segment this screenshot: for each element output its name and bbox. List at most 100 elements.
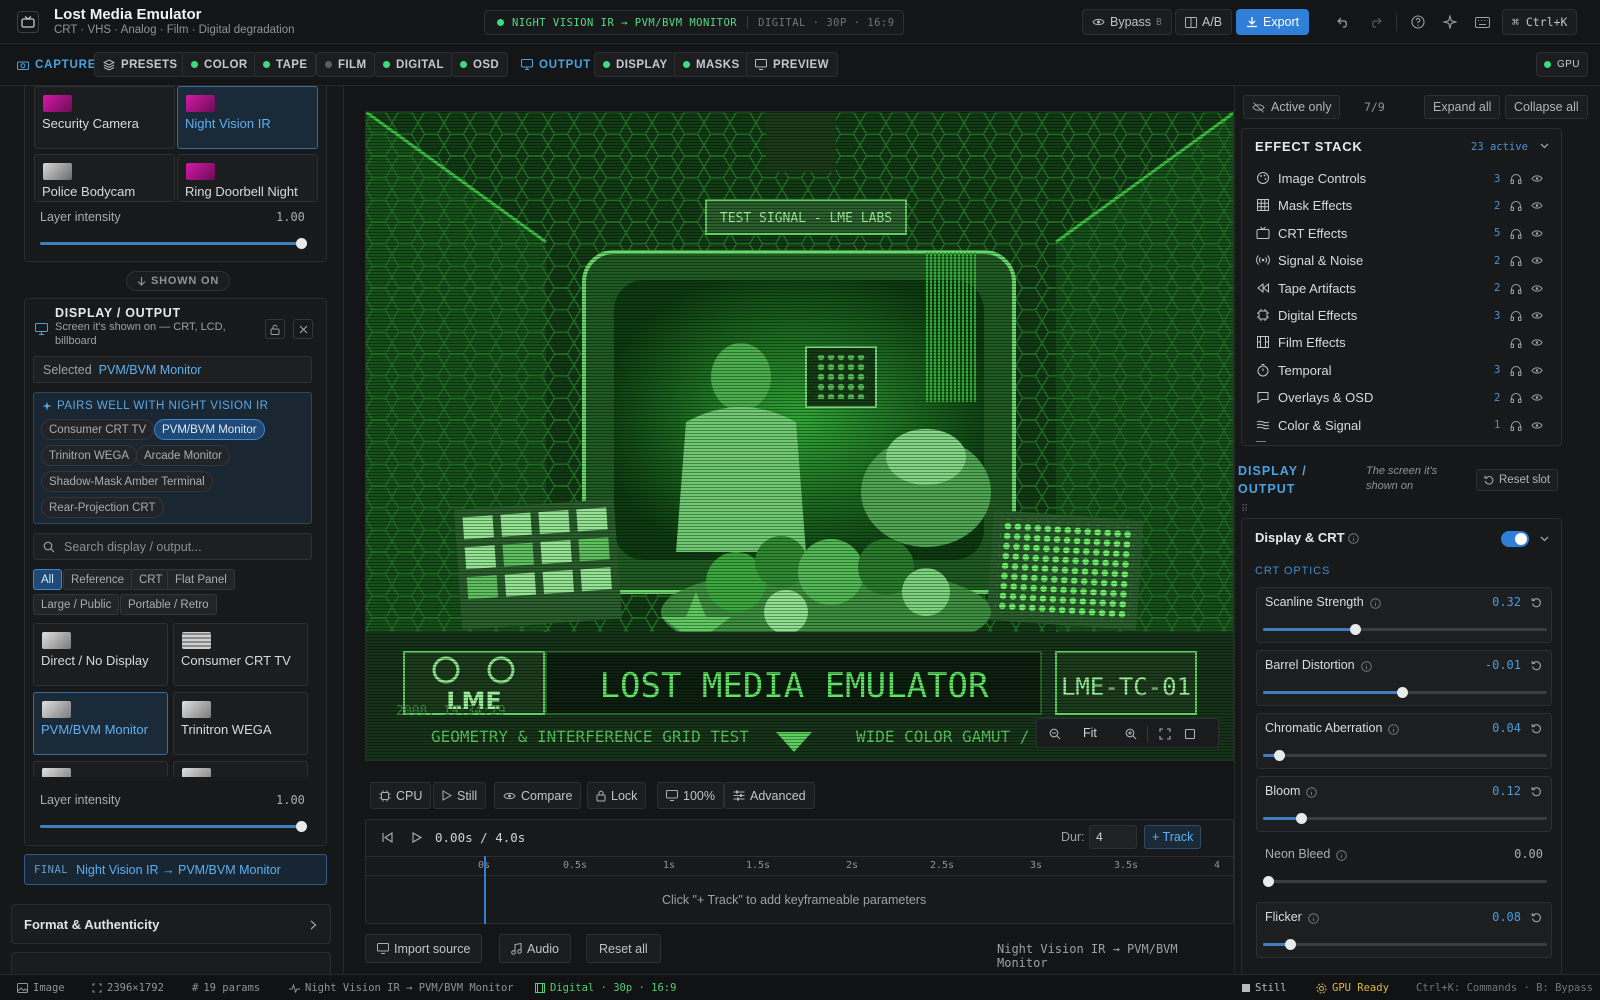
preset-card-night-vision-ir[interactable]: Night Vision IR [177, 86, 318, 149]
param-slider[interactable] [1263, 939, 1547, 950]
layer-intensity-slider[interactable] [40, 238, 307, 249]
pair-chip-pvm-bvm-monitor[interactable]: PVM/BVM Monitor [154, 419, 265, 440]
chevron-down-icon[interactable] [1540, 143, 1549, 149]
reset-icon[interactable] [1531, 912, 1542, 923]
effect-row-crt-effects[interactable]: CRT Effects 5 [1242, 220, 1560, 247]
keyboard-icon[interactable] [1471, 11, 1493, 33]
effect-row-mask-effects[interactable]: Mask Effects 2 [1242, 192, 1560, 219]
info-icon[interactable] [1306, 787, 1317, 798]
drag-handle[interactable]: ⠿ [1241, 504, 1248, 515]
param-slider[interactable] [1263, 876, 1547, 887]
effect-row-film-effects[interactable]: Film Effects [1242, 329, 1560, 356]
lock-button[interactable]: Lock [587, 782, 647, 809]
filter-crt[interactable]: CRT [131, 569, 171, 590]
tab-preview[interactable]: PREVIEW [746, 52, 838, 77]
param-slider[interactable] [1263, 813, 1547, 824]
display-card-consumer-crt[interactable]: Consumer CRT TV [173, 623, 308, 686]
solo-headphones-icon[interactable] [1510, 420, 1522, 431]
ab-compare-button[interactable]: A/B [1175, 9, 1233, 35]
effect-row-overlays-osd[interactable]: Overlays & OSD 2 [1242, 384, 1560, 411]
param-value[interactable]: 0.12 [1492, 784, 1521, 798]
effect-row-temporal[interactable]: Temporal 3 [1242, 357, 1560, 384]
tab-tape[interactable]: TAPE [254, 52, 317, 77]
display-card-direct[interactable]: Direct / No Display [33, 623, 168, 686]
advanced-button[interactable]: Advanced [724, 782, 815, 809]
pair-chip-shadow-mask[interactable]: Shadow-Mask Amber Terminal [41, 471, 213, 492]
tab-digital[interactable]: DIGITAL [374, 52, 453, 77]
pair-chip-trinitron-wega[interactable]: Trinitron WEGA [41, 445, 138, 466]
collapse-all-button[interactable]: Collapse all [1505, 95, 1588, 119]
active-only-toggle[interactable]: Active only [1243, 95, 1341, 119]
fullscreen-icon[interactable] [1159, 728, 1171, 740]
param-value[interactable]: 0.08 [1492, 910, 1521, 924]
lock-icon[interactable] [265, 319, 285, 339]
param-slider[interactable] [1263, 750, 1547, 761]
audio-button[interactable]: Audio [499, 934, 571, 963]
param-slider[interactable] [1263, 687, 1547, 698]
add-track-button[interactable]: + Track [1144, 825, 1202, 849]
param-value[interactable]: 0.32 [1492, 595, 1521, 609]
display-layer-intensity-slider[interactable] [40, 821, 307, 832]
visibility-eye-icon[interactable] [1531, 174, 1543, 183]
visibility-eye-icon[interactable] [1531, 366, 1543, 375]
param-value[interactable]: 0.04 [1492, 721, 1521, 735]
tab-display[interactable]: DISPLAY [594, 52, 677, 77]
play-icon[interactable] [412, 832, 422, 843]
visibility-eye-icon[interactable] [1531, 201, 1543, 210]
preset-card-ring-doorbell-night[interactable]: Ring Doorbell Night [177, 154, 318, 202]
effect-row-digital-effects[interactable]: Digital Effects 3 [1242, 302, 1560, 329]
zoom-in-icon[interactable] [1125, 728, 1137, 740]
compare-button[interactable]: Compare [494, 782, 582, 809]
bypass-button[interactable]: Bypass B [1082, 9, 1172, 35]
solo-headphones-icon[interactable] [1510, 255, 1522, 267]
playhead[interactable] [484, 856, 486, 924]
format-authenticity-section[interactable]: Format & Authenticity [11, 904, 331, 944]
visibility-eye-icon[interactable] [1531, 311, 1543, 320]
frame-icon[interactable] [1184, 728, 1196, 740]
tab-film[interactable]: FILM [316, 52, 376, 77]
preview-canvas[interactable]: TEST SIGNAL - LME LABS [365, 111, 1234, 761]
info-icon[interactable] [1361, 661, 1372, 672]
visibility-eye-icon[interactable] [1531, 256, 1543, 265]
reset-icon[interactable] [1531, 597, 1542, 608]
filter-large-public[interactable]: Large / Public [33, 594, 120, 615]
filter-reference[interactable]: Reference [63, 569, 133, 590]
import-source-button[interactable]: Import source [365, 934, 483, 963]
export-button[interactable]: Export [1236, 9, 1310, 35]
display-card-partial[interactable] [173, 761, 308, 777]
display-card-pvm-bvm[interactable]: PVM/BVM Monitor [33, 692, 168, 755]
reset-slot-button[interactable]: Reset slot [1476, 469, 1559, 491]
command-palette-button[interactable]: ⌘ Ctrl+K [1502, 9, 1578, 35]
zoom-out-icon[interactable] [1049, 728, 1061, 740]
info-icon[interactable] [1388, 724, 1399, 735]
visibility-eye-icon[interactable] [1531, 229, 1543, 238]
solo-headphones-icon[interactable] [1510, 173, 1522, 184]
filter-portable-retro[interactable]: Portable / Retro [120, 594, 217, 615]
solo-headphones-icon[interactable] [1510, 365, 1522, 376]
param-value[interactable]: 0.00 [1514, 847, 1543, 861]
effect-row-tape-artifacts[interactable]: Tape Artifacts 2 [1242, 275, 1560, 302]
visibility-eye-icon[interactable] [1531, 284, 1543, 293]
info-icon[interactable] [1348, 533, 1359, 544]
visibility-eye-icon[interactable] [1531, 421, 1543, 430]
chevron-down-icon[interactable] [1540, 536, 1549, 542]
preset-card-security-camera[interactable]: Security Camera [34, 86, 175, 149]
gpu-indicator[interactable]: GPU [1536, 52, 1588, 77]
solo-headphones-icon[interactable] [1510, 337, 1522, 349]
solo-headphones-icon[interactable] [1510, 310, 1522, 321]
visibility-eye-icon[interactable] [1531, 393, 1543, 402]
sparkle-icon[interactable] [1439, 11, 1461, 33]
close-icon[interactable] [293, 319, 313, 339]
effect-row-color-signal[interactable]: Color & Signal 1 [1242, 412, 1560, 439]
fit-button[interactable]: Fit [1083, 726, 1097, 740]
cpu-button[interactable]: CPU [370, 782, 432, 809]
pair-chip-rear-projection[interactable]: Rear-Projection CRT [41, 497, 164, 518]
info-icon[interactable] [1336, 850, 1347, 861]
still-button[interactable]: Still [433, 782, 487, 809]
solo-headphones-icon[interactable] [1510, 392, 1522, 404]
tab-masks[interactable]: MASKS [674, 52, 749, 77]
solo-headphones-icon[interactable] [1510, 228, 1522, 239]
effect-row-image-controls[interactable]: Image Controls 3 [1242, 165, 1560, 192]
preset-card-police-bodycam[interactable]: Police Bodycam [34, 154, 175, 202]
help-icon[interactable] [1407, 11, 1429, 33]
